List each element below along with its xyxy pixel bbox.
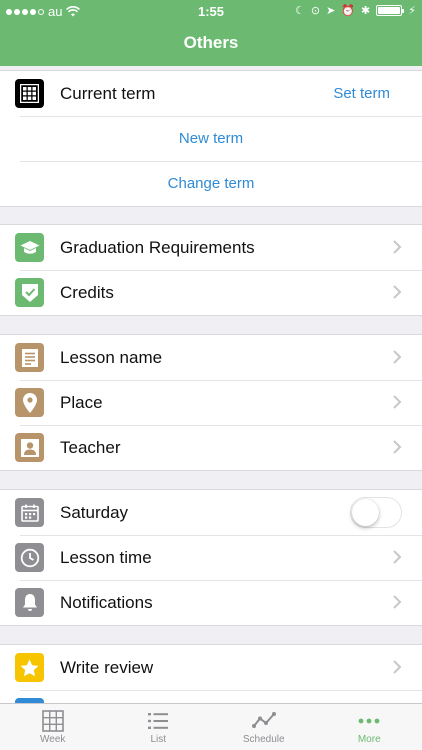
settings-section: Saturday Lesson time Notifications xyxy=(0,489,422,626)
term-section: Current term Set term New term Change te… xyxy=(0,70,422,207)
change-term-button[interactable]: Change term xyxy=(168,175,255,192)
bell-icon xyxy=(15,588,44,617)
chevron-right-icon xyxy=(393,440,402,454)
saturday-toggle[interactable] xyxy=(350,497,402,528)
teacher-label: Teacher xyxy=(60,438,121,457)
write-review-label: Write review xyxy=(60,658,154,677)
place-row[interactable]: Place xyxy=(0,380,422,425)
lesson-name-label: Lesson name xyxy=(60,348,163,367)
nav-header: au 1:55 ☾ ⊙ ➤ ⏰ ✱ ⚡ Others xyxy=(0,0,422,66)
lesson-time-row[interactable]: Lesson time xyxy=(0,535,422,580)
chevron-right-icon xyxy=(393,350,402,364)
current-term-label: Current term xyxy=(60,84,156,103)
chart-line-icon xyxy=(251,712,276,728)
notifications-row[interactable]: Notifications xyxy=(0,580,422,625)
calendar-icon xyxy=(15,498,44,527)
notifications-label: Notifications xyxy=(60,593,153,612)
map-pin-icon xyxy=(15,388,44,417)
chevron-right-icon xyxy=(393,395,402,409)
rotation-lock-icon: ⊙ xyxy=(310,5,321,17)
toggle-knob xyxy=(352,499,379,526)
list-icon xyxy=(148,713,169,729)
status-bar: au 1:55 ☾ ⊙ ➤ ⏰ ✱ ⚡ xyxy=(0,0,422,22)
document-lines-icon xyxy=(15,343,44,372)
credits-row[interactable]: Credits xyxy=(0,270,422,315)
tab-more[interactable]: More xyxy=(317,704,422,750)
place-label: Place xyxy=(60,393,103,412)
more-dots-icon xyxy=(358,718,380,724)
tab-label: Schedule xyxy=(242,734,285,745)
alarm-icon: ⏰ xyxy=(341,5,356,17)
write-review-row[interactable]: Write review xyxy=(0,645,422,690)
current-term-row: Current term Set term xyxy=(0,71,422,116)
chevron-right-icon xyxy=(393,595,402,609)
chevron-right-icon xyxy=(393,240,402,254)
tab-label: More xyxy=(357,734,381,745)
person-icon xyxy=(15,433,44,462)
clock-icon xyxy=(15,543,44,572)
new-term-button[interactable]: New term xyxy=(179,130,243,147)
tab-label: List xyxy=(150,734,167,745)
saturday-label: Saturday xyxy=(60,503,129,522)
graduation-requirements-row[interactable]: Graduation Requirements xyxy=(0,225,422,270)
credits-label: Credits xyxy=(60,283,114,302)
grid-icon xyxy=(41,710,64,732)
lesson-name-row[interactable]: Lesson name xyxy=(0,335,422,380)
tab-list[interactable]: List xyxy=(106,704,212,750)
set-term-button[interactable]: Set term xyxy=(333,85,390,102)
tab-week[interactable]: Week xyxy=(0,704,106,750)
new-term-row[interactable]: New term xyxy=(0,116,422,161)
lesson-section: Lesson name Place Teacher xyxy=(0,334,422,471)
tab-schedule[interactable]: Schedule xyxy=(211,704,317,750)
requirements-section: Graduation Requirements Credits xyxy=(0,224,422,316)
teacher-row[interactable]: Teacher xyxy=(0,425,422,470)
tab-bar: Week List Schedule More xyxy=(0,703,422,750)
star-icon xyxy=(15,653,44,682)
saturday-row: Saturday xyxy=(0,490,422,535)
chevron-right-icon xyxy=(393,550,402,564)
change-term-row[interactable]: Change term xyxy=(0,161,422,206)
chevron-right-icon xyxy=(393,285,402,299)
location-icon: ➤ xyxy=(326,5,336,17)
tab-label: Week xyxy=(40,734,66,745)
calendar-grid-icon xyxy=(15,79,44,108)
battery-icon xyxy=(376,5,405,16)
moon-icon: ☾ xyxy=(295,5,305,17)
lesson-time-label: Lesson time xyxy=(60,548,152,567)
bluetooth-icon: ✱ xyxy=(361,5,371,17)
page-title: Others xyxy=(183,33,239,52)
check-shield-icon xyxy=(15,278,44,307)
graduation-cap-icon xyxy=(15,233,44,262)
graduation-requirements-label: Graduation Requirements xyxy=(60,238,255,257)
chevron-right-icon xyxy=(393,660,402,674)
charging-icon: ⚡ xyxy=(408,5,416,17)
